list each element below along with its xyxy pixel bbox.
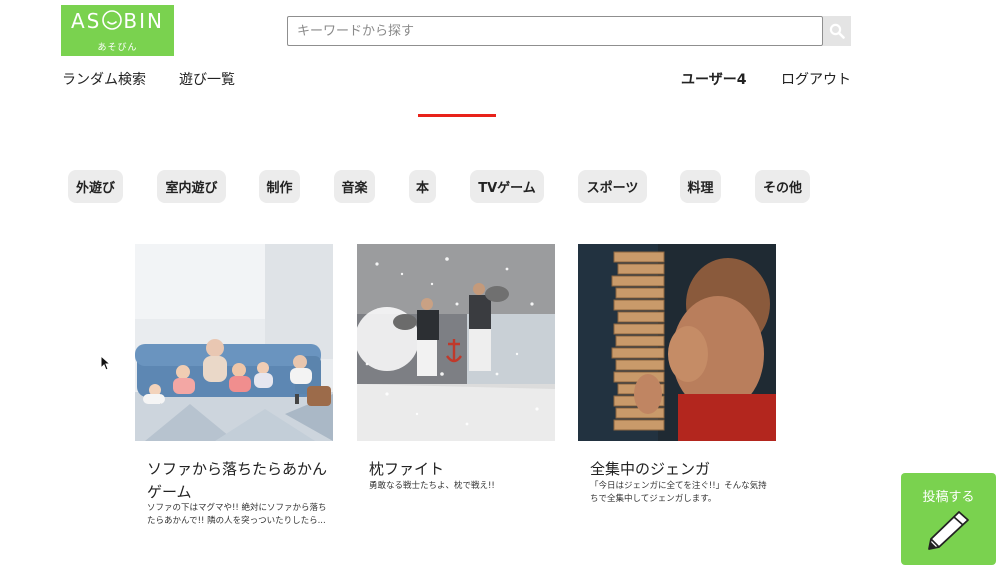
pencil-icon <box>928 511 969 550</box>
category-chip[interactable]: 料理 <box>680 170 721 203</box>
category-chip[interactable]: TVゲーム <box>470 170 544 203</box>
search-input[interactable] <box>287 16 823 46</box>
card-image-sofa[interactable] <box>135 244 333 441</box>
logo-subtext: あそびん <box>97 43 138 53</box>
category-chip[interactable]: 音楽 <box>334 170 375 203</box>
category-chip[interactable]: 外遊び <box>68 170 123 203</box>
nav-user[interactable]: ユーザー4 <box>681 69 746 89</box>
logo-text-right: BIN <box>123 9 164 33</box>
nav-random-search[interactable]: ランダム検索 <box>62 69 146 89</box>
category-chip[interactable]: その他 <box>755 170 810 203</box>
category-chip[interactable]: 本 <box>409 170 436 203</box>
card-description: 勇敢なる戦士たちよ、枕で戦え!! <box>369 481 495 491</box>
card-title[interactable]: 全集中のジェンガ <box>590 458 770 481</box>
magnifier-icon <box>829 23 845 39</box>
card-description: 「今日はジェンガに全てを注ぐ!!」そんな気持ちで全集中してジェンガします。 <box>590 481 767 504</box>
post-button-label: 投稿する <box>922 490 975 505</box>
logo-wordmark: AS BIN <box>61 9 174 36</box>
nav-play-list[interactable]: 遊び一覧 <box>179 69 235 89</box>
card-description: ソファの下はマグマや!! 絶対にソファから落ちたらあかんで!! 隣の人を突っつい… <box>147 503 327 526</box>
category-chip[interactable]: 制作 <box>259 170 300 203</box>
search-button[interactable] <box>823 16 851 46</box>
card-image-pillow-fight[interactable] <box>357 244 555 441</box>
category-chip[interactable]: 室内遊び <box>157 170 226 203</box>
site-logo[interactable]: AS BIN あそびん <box>61 5 174 56</box>
card-image-jenga[interactable] <box>578 244 776 441</box>
card-title[interactable]: 枕ファイト <box>369 458 549 481</box>
post-button[interactable]: 投稿する <box>901 473 996 565</box>
logo-text-left: AS <box>71 9 102 33</box>
active-indicator <box>418 114 496 117</box>
category-chip[interactable]: スポーツ <box>578 170 647 203</box>
smiley-icon <box>101 9 123 36</box>
nav-logout[interactable]: ログアウト <box>781 69 851 89</box>
card-title[interactable]: ソファから落ちたらあかんゲーム <box>147 458 327 504</box>
mouse-cursor-icon <box>100 355 112 371</box>
